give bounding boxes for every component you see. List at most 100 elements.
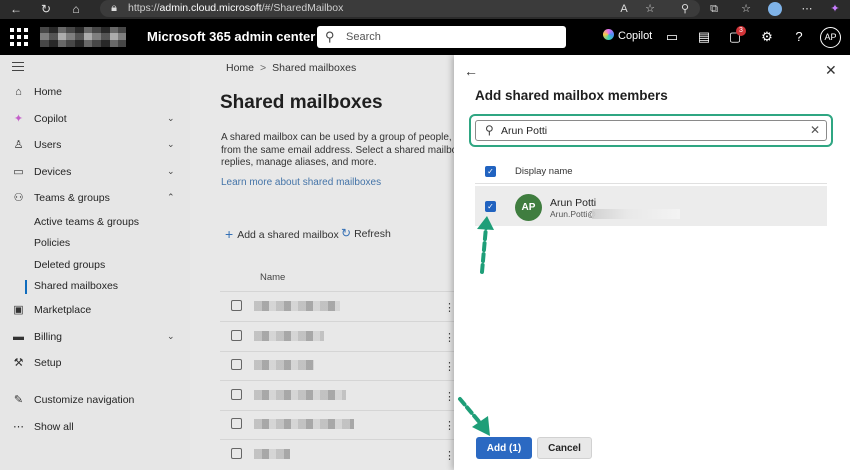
devices-icon: ▭ xyxy=(13,166,24,178)
result-name: Arun Potti xyxy=(550,197,597,209)
nav-copilot[interactable]: ✦ Copilot ⌄ xyxy=(0,110,190,130)
row-checkbox[interactable] xyxy=(231,330,242,341)
nav-label: Deleted groups xyxy=(34,259,106,271)
settings-gear-icon[interactable]: ⚙ xyxy=(758,28,776,46)
back-arrow-icon[interactable]: ← xyxy=(8,1,24,17)
row-checkbox[interactable] xyxy=(231,359,242,370)
add-members-panel: ← ✕ Add shared mailbox members ⚲ Arun Po… xyxy=(454,55,850,470)
main-content: Home > Shared mailboxes Shared mailboxes A… xyxy=(190,55,454,470)
learn-more-link[interactable]: Learn more about shared mailboxes xyxy=(221,177,381,188)
nav-customize-navigation[interactable]: ✎ Customize navigation xyxy=(0,391,190,411)
redacted-name xyxy=(254,301,340,311)
more-menu-icon[interactable]: ⋯ xyxy=(799,1,815,17)
address-bar[interactable]: 🔒︎ https://admin.cloud.microsoft/#/Share… xyxy=(100,0,700,17)
copilot-browser-icon[interactable]: ✦ xyxy=(827,1,843,17)
redacted-email xyxy=(592,209,680,219)
teams-icon: ⚇ xyxy=(13,192,24,204)
copilot-button[interactable]: Copilot xyxy=(603,29,652,42)
refresh-label: Refresh xyxy=(354,228,391,240)
nav-label: Devices xyxy=(34,166,72,178)
page-title: Shared mailboxes xyxy=(220,92,383,113)
more-actions-icon[interactable]: ⋮ xyxy=(444,421,454,432)
row-checkbox[interactable] xyxy=(231,389,242,400)
member-search-input[interactable]: ⚲ Arun Potti ✕ xyxy=(475,120,827,141)
add-shared-mailbox-button[interactable]: + Add a shared mailbox xyxy=(225,226,339,242)
plus-icon: + xyxy=(225,226,234,242)
nav-marketplace[interactable]: ▣ Marketplace xyxy=(0,301,190,321)
refresh-button[interactable]: ↻ Refresh xyxy=(341,226,391,240)
reload-icon[interactable]: ↻ xyxy=(38,1,54,17)
row-checkbox[interactable] xyxy=(231,300,242,311)
hamburger-menu-icon[interactable] xyxy=(12,62,24,74)
profile-icon[interactable] xyxy=(768,2,782,16)
description-line: from the same email address. Select a sh… xyxy=(221,144,454,156)
url-text: https://admin.cloud.microsoft/#/SharedMa… xyxy=(128,2,344,14)
suite-header: Microsoft 365 admin center ⚲ Search Copi… xyxy=(0,19,850,55)
nav-billing[interactable]: ▬ Billing ⌄ xyxy=(0,328,190,348)
favorites-icon[interactable]: ☆ xyxy=(738,1,754,17)
breadcrumb-home[interactable]: Home xyxy=(226,62,254,74)
more-actions-icon[interactable]: ⋮ xyxy=(444,333,454,344)
tenant-logo xyxy=(40,27,126,47)
more-actions-icon[interactable]: ⋮ xyxy=(444,392,454,403)
extension-icon[interactable]: ⚲ xyxy=(677,1,693,17)
left-navigation: ⌂ Home ✦ Copilot ⌄ ♙ Users ⌄ ▭ Devices ⌄ ⚇ Teams… xyxy=(0,55,190,470)
name-column-header[interactable]: Name xyxy=(260,272,285,283)
home-icon: ⌂ xyxy=(15,86,22,98)
table-divider xyxy=(220,321,454,322)
nav-label: Show all xyxy=(34,421,74,433)
search-box[interactable]: ⚲ Search xyxy=(317,26,566,48)
lock-icon: 🔒︎ xyxy=(111,2,117,14)
ellipsis-icon: ⋯ xyxy=(13,421,24,433)
nav-label: Setup xyxy=(34,357,62,369)
home-icon[interactable]: ⌂ xyxy=(68,1,84,17)
header-divider xyxy=(475,183,827,184)
browser-toolbar: ← ↻ ⌂ 🔒︎ https://admin.cloud.microsoft/#… xyxy=(0,0,850,19)
app-launcher-icon[interactable] xyxy=(10,28,28,46)
nav-label: Policies xyxy=(34,237,71,249)
monitor-icon[interactable]: ▭ xyxy=(663,28,681,46)
chevron-up-icon: ⌃ xyxy=(167,192,175,202)
nav-users[interactable]: ♙ Users ⌄ xyxy=(0,136,190,156)
nav-home[interactable]: ⌂ Home xyxy=(0,83,190,103)
display-name-column-header[interactable]: Display name xyxy=(515,166,573,177)
row-checkbox[interactable] xyxy=(231,418,242,429)
chevron-down-icon: ⌄ xyxy=(167,166,175,176)
back-arrow-icon[interactable]: ← xyxy=(464,63,478,79)
more-actions-icon[interactable]: ⋮ xyxy=(444,303,454,314)
nav-setup[interactable]: ⚒ Setup xyxy=(0,354,190,374)
nav-teams-groups[interactable]: ⚇ Teams & groups ⌃ xyxy=(0,189,190,209)
result-row-checkbox[interactable]: ✓ xyxy=(485,201,496,212)
favorite-star-icon[interactable]: ☆ xyxy=(642,1,658,17)
search-value: Arun Potti xyxy=(501,125,548,137)
add-members-button[interactable]: Add (1) xyxy=(476,437,532,459)
nav-label: Home xyxy=(34,86,63,98)
search-icon: ⚲ xyxy=(485,123,494,137)
copilot-icon xyxy=(603,29,614,40)
description-line: A shared mailbox can be used by a group … xyxy=(221,132,454,143)
cancel-button[interactable]: Cancel xyxy=(537,437,592,459)
help-icon[interactable]: ? xyxy=(790,28,808,46)
close-icon[interactable]: ✕ xyxy=(825,62,837,79)
select-all-checkbox[interactable]: ✓ xyxy=(485,166,496,177)
nav-policies[interactable]: Policies xyxy=(0,234,190,254)
more-actions-icon[interactable]: ⋮ xyxy=(444,451,454,462)
app-title: Microsoft 365 admin center xyxy=(147,29,316,44)
document-icon[interactable]: ▤ xyxy=(695,28,713,46)
active-indicator xyxy=(25,280,27,294)
nav-active-teams-groups[interactable]: Active teams & groups xyxy=(0,213,190,233)
user-avatar[interactable]: AP xyxy=(820,27,841,48)
nav-show-all[interactable]: ⋯ Show all xyxy=(0,418,190,438)
nav-label: Teams & groups xyxy=(34,192,110,204)
read-aloud-icon[interactable]: A xyxy=(616,1,632,17)
redacted-name xyxy=(254,449,290,459)
puzzle-icon[interactable]: ⧉ xyxy=(706,1,722,17)
redacted-name xyxy=(254,331,324,341)
more-actions-icon[interactable]: ⋮ xyxy=(444,362,454,373)
avatar: AP xyxy=(515,194,542,221)
nav-deleted-groups[interactable]: Deleted groups xyxy=(0,256,190,276)
nav-shared-mailboxes[interactable]: Shared mailboxes xyxy=(0,277,190,297)
nav-devices[interactable]: ▭ Devices ⌄ xyxy=(0,163,190,183)
row-checkbox[interactable] xyxy=(231,448,242,459)
clear-search-icon[interactable]: ✕ xyxy=(810,123,820,137)
